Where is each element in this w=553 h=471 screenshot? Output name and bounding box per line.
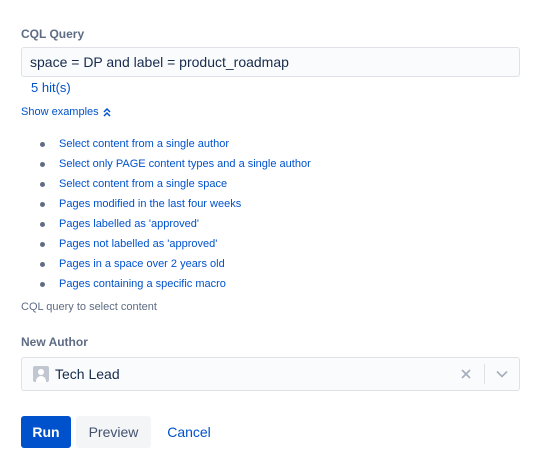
bullet [40, 181, 45, 187]
example-item: Select only PAGE content types and a sin… [40, 154, 311, 174]
bullet [40, 261, 45, 267]
close-icon[interactable] [454, 362, 478, 386]
chevron-down-icon[interactable] [485, 362, 519, 386]
example-item: Pages labelled as 'approved' [40, 214, 311, 234]
example-link[interactable]: Pages modified in the last four weeks [59, 198, 241, 210]
example-item: Select content from a single space [40, 174, 311, 194]
example-item: Select content from a single author [40, 134, 311, 154]
cql-helper-text: CQL query to select content [21, 301, 157, 313]
bullet [40, 281, 45, 287]
example-link[interactable]: Pages labelled as 'approved' [59, 218, 199, 230]
hit-count: 5 hit(s) [31, 80, 71, 95]
example-item: Pages modified in the last four weeks [40, 194, 311, 214]
preview-button[interactable]: Preview [76, 416, 151, 448]
example-link[interactable]: Pages not labelled as 'approved' [59, 238, 217, 250]
example-link[interactable]: Pages containing a specific macro [59, 278, 226, 290]
example-link[interactable]: Select content from a single space [59, 178, 227, 190]
example-link[interactable]: Select only PAGE content types and a sin… [59, 158, 311, 170]
example-link[interactable]: Pages in a space over 2 years old [59, 258, 225, 270]
bullet [40, 221, 45, 227]
show-examples-label: Show examples [21, 106, 99, 118]
new-author-select[interactable]: Tech Lead [21, 357, 520, 391]
example-item: Pages containing a specific macro [40, 274, 311, 294]
bullet [40, 161, 45, 167]
user-avatar-icon [33, 366, 49, 382]
new-author-label: New Author [21, 335, 88, 349]
bullet [40, 141, 45, 147]
bullet [40, 241, 45, 247]
chevron-double-up-icon [103, 107, 111, 117]
cql-query-input[interactable] [21, 47, 520, 77]
show-examples-toggle[interactable]: Show examples [21, 106, 111, 118]
example-item: Pages in a space over 2 years old [40, 254, 311, 274]
cql-query-label: CQL Query [21, 27, 85, 41]
example-item: Pages not labelled as 'approved' [40, 234, 311, 254]
selected-author: Tech Lead [55, 366, 120, 382]
bullet [40, 201, 45, 207]
cancel-button[interactable]: Cancel [156, 416, 222, 448]
run-button[interactable]: Run [21, 416, 71, 448]
example-link[interactable]: Select content from a single author [59, 138, 229, 150]
examples-list: Select content from a single author Sele… [40, 134, 311, 294]
